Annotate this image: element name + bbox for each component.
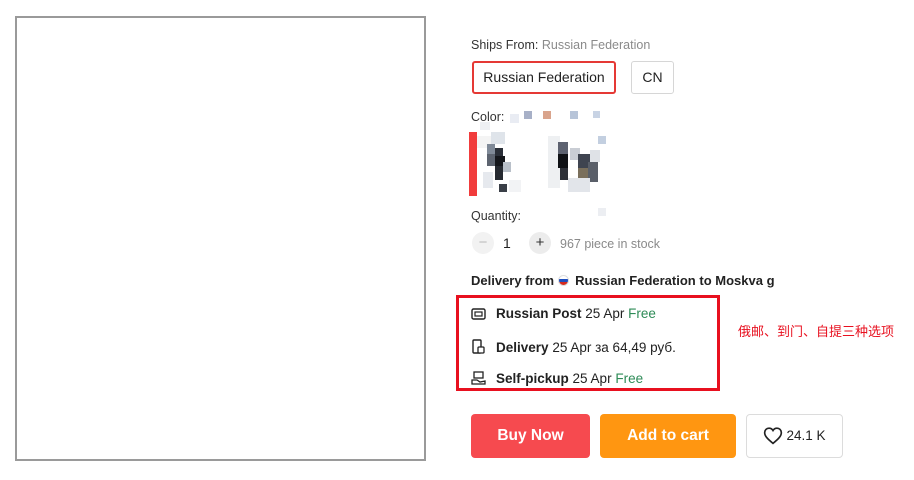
delivery-option-price: Free [628, 306, 656, 321]
delivery-option-russian-post[interactable]: Russian Post 25 Apr Free [471, 306, 656, 324]
pickup-icon [471, 371, 487, 389]
quantity-increase-button[interactable]: + [529, 232, 551, 254]
stock-count: 967 piece in stock [560, 237, 661, 251]
delivery-to-label: to [699, 273, 712, 288]
delivery-option-price: за 64,49 руб. [595, 340, 676, 355]
product-image-panel[interactable] [15, 16, 426, 461]
ships-from-label: Ships From: [471, 38, 539, 52]
delivery-option-name: Russian Post [496, 306, 582, 321]
delivery-from-label: Delivery from [471, 273, 555, 288]
delivery-from-country[interactable]: Russian Federation [575, 273, 696, 288]
ship-option-russian-federation[interactable]: Russian Federation [472, 61, 616, 94]
quantity-label: Quantity: [471, 209, 522, 223]
ships-from: Ships From: Russian Federation [471, 38, 650, 52]
delivery-option-name: Delivery [496, 340, 549, 355]
quantity-decrease-button[interactable]: − [472, 232, 494, 254]
color-swatch-1[interactable] [469, 132, 527, 196]
delivery-option-date: 25 Apr [572, 371, 612, 386]
quantity-value[interactable]: 1 [503, 235, 511, 251]
post-icon [471, 307, 487, 324]
ships-from-value: Russian Federation [541, 38, 651, 52]
add-to-cart-button[interactable]: Add to cart [600, 414, 736, 458]
courier-icon [471, 339, 487, 358]
wishlist-count: 24.1 K [786, 428, 826, 443]
russia-flag-icon [558, 275, 570, 286]
delivery-option-self-pickup[interactable]: Self-pickup 25 Apr Free [471, 371, 643, 389]
delivery-to-city[interactable]: Moskva g [715, 273, 774, 288]
wishlist-button[interactable]: 24.1 K [746, 414, 843, 458]
delivery-option-price: Free [615, 371, 644, 386]
annotation-note: 俄邮、到门、自提三种选项 [738, 325, 895, 340]
buy-now-button[interactable]: Buy Now [471, 414, 590, 458]
ship-option-cn[interactable]: CN [631, 61, 674, 94]
heart-icon [764, 427, 783, 445]
delivery-option-name: Self-pickup [496, 371, 569, 386]
delivery-option-date: 25 Apr [585, 306, 625, 321]
delivery-option-courier[interactable]: Delivery 25 Apr за 64,49 руб. [471, 339, 676, 358]
delivery-from: Delivery from Russian Federation to Moskv… [471, 273, 775, 288]
delivery-option-date: 25 Apr [552, 340, 592, 355]
color-swatch-2[interactable] [548, 132, 606, 196]
